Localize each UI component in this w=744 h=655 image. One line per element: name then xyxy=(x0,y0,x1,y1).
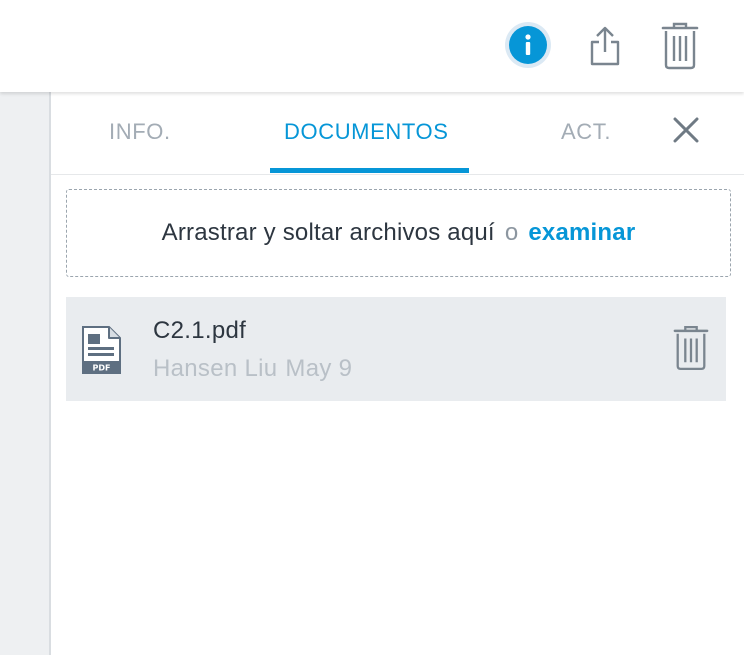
file-name[interactable]: C2.1.pdf xyxy=(153,317,246,345)
documents-panel: INFO. DOCUMENTOS ACT. Arrastrar y soltar… xyxy=(51,92,744,655)
close-panel-button[interactable] xyxy=(668,112,704,148)
info-icon xyxy=(509,26,547,64)
browse-link[interactable]: examinar xyxy=(528,219,635,247)
tab-info[interactable]: INFO. xyxy=(109,119,171,145)
file-list-item[interactable]: PDF C2.1.pdf Hansen Liu May 9 xyxy=(66,297,726,401)
dropzone-or: o xyxy=(504,219,519,246)
info-button[interactable] xyxy=(505,22,551,68)
file-date: May 9 xyxy=(285,355,353,382)
trash-icon xyxy=(661,22,699,70)
left-background-strip xyxy=(0,92,51,655)
file-author: Hansen Liu xyxy=(153,355,278,382)
pdf-file-icon: PDF xyxy=(80,325,124,375)
file-meta: Hansen Liu May 9 xyxy=(153,355,352,383)
tab-documentos[interactable]: DOCUMENTOS xyxy=(284,119,449,145)
tab-activity[interactable]: ACT. xyxy=(561,119,611,145)
pdf-icon-label: PDF xyxy=(93,364,111,373)
file-dropzone[interactable]: Arrastrar y soltar archivos aquí o exami… xyxy=(66,189,731,277)
delete-file-button[interactable] xyxy=(668,321,714,375)
dropzone-text: Arrastrar y soltar archivos aquí xyxy=(161,219,495,246)
share-button[interactable] xyxy=(583,22,627,70)
share-icon xyxy=(590,26,620,66)
active-tab-indicator xyxy=(270,168,469,173)
trash-icon xyxy=(673,325,709,371)
top-toolbar xyxy=(0,0,744,92)
close-icon xyxy=(673,117,699,143)
tab-bar: INFO. DOCUMENTOS ACT. xyxy=(51,92,744,175)
delete-button[interactable] xyxy=(657,20,703,72)
